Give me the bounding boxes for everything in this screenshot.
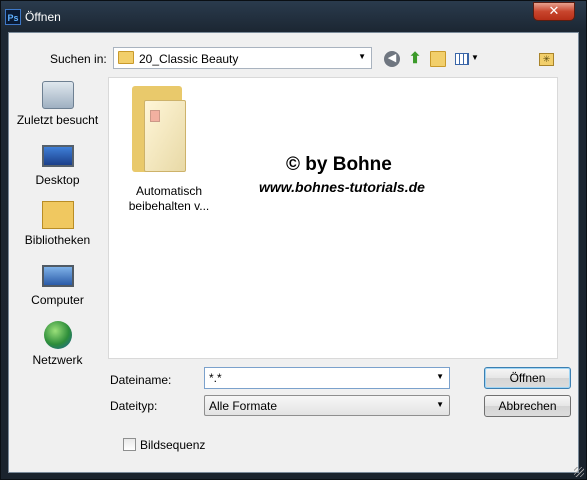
recent-places-icon bbox=[42, 81, 74, 109]
place-label: Computer bbox=[31, 293, 84, 307]
place-libraries[interactable]: Bibliotheken bbox=[12, 197, 103, 257]
resize-grip-icon[interactable] bbox=[574, 467, 584, 477]
file-list[interactable]: Automatisch beibehalten v... © by Bohne … bbox=[108, 77, 558, 359]
look-in-combo[interactable]: 20_Classic Beauty ▼ bbox=[113, 47, 372, 69]
document-thumbnail-icon bbox=[150, 110, 160, 122]
open-button[interactable]: Öffnen bbox=[484, 367, 571, 389]
window-title: Öffnen bbox=[25, 10, 61, 24]
place-network[interactable]: Netzwerk bbox=[12, 317, 103, 377]
place-label: Zuletzt besucht bbox=[16, 113, 99, 127]
file-name-line1: Automatisch bbox=[135, 184, 203, 198]
up-folder-icon[interactable]: ⬆ bbox=[407, 51, 423, 67]
look-in-value: 20_Classic Beauty bbox=[139, 52, 239, 66]
close-button[interactable]: ✕ bbox=[533, 2, 575, 21]
file-name-line2: beibehalten v... bbox=[128, 199, 210, 213]
file-item-label[interactable]: Automatisch beibehalten v... bbox=[117, 184, 221, 214]
libraries-icon bbox=[42, 201, 74, 229]
desktop-icon bbox=[42, 145, 74, 167]
view-menu-chevron-icon[interactable]: ▼ bbox=[471, 53, 479, 62]
place-desktop[interactable]: Desktop bbox=[12, 137, 103, 197]
computer-icon bbox=[42, 265, 74, 287]
filename-input[interactable]: *.* ▼ bbox=[204, 367, 450, 389]
view-menu-icon[interactable] bbox=[455, 53, 469, 65]
back-icon[interactable]: ◀ bbox=[384, 51, 400, 67]
new-folder-icon[interactable] bbox=[430, 51, 446, 67]
network-icon bbox=[44, 321, 72, 349]
filetype-select[interactable]: Alle Formate ▼ bbox=[204, 395, 450, 416]
title-bar[interactable]: Ps Öffnen ✕ bbox=[1, 1, 586, 33]
look-in-label: Suchen in: bbox=[50, 52, 107, 66]
chevron-down-icon[interactable]: ▼ bbox=[358, 52, 366, 61]
place-label: Netzwerk bbox=[32, 353, 83, 367]
filetype-label: Dateityp: bbox=[110, 399, 158, 413]
place-label: Desktop bbox=[35, 173, 80, 187]
watermark-url: www.bohnes-tutorials.de bbox=[259, 179, 425, 195]
image-sequence-checkbox[interactable] bbox=[123, 438, 136, 451]
favorites-icon[interactable]: ✳ bbox=[539, 53, 554, 66]
photoshop-app-icon: Ps bbox=[5, 9, 21, 25]
chevron-down-icon[interactable]: ▼ bbox=[436, 372, 444, 381]
places-bar: Zuletzt besucht Desktop Bibliotheken Com… bbox=[12, 77, 103, 367]
place-computer[interactable]: Computer bbox=[12, 257, 103, 317]
filetype-value: Alle Formate bbox=[209, 399, 278, 413]
filename-value: *.* bbox=[209, 371, 222, 385]
chevron-down-icon[interactable]: ▼ bbox=[436, 400, 444, 409]
dialog-client-area: Suchen in: 20_Classic Beauty ▼ ◀ ⬆ ▼ ✳ Z… bbox=[8, 32, 579, 473]
place-recent[interactable]: Zuletzt besucht bbox=[12, 77, 103, 137]
folder-icon bbox=[118, 51, 134, 64]
filename-label: Dateiname: bbox=[110, 373, 172, 387]
cancel-button[interactable]: Abbrechen bbox=[484, 395, 571, 417]
place-label: Bibliotheken bbox=[24, 233, 91, 247]
image-sequence-label[interactable]: Bildsequenz bbox=[140, 438, 205, 452]
watermark-copyright: © by Bohne bbox=[286, 154, 392, 175]
open-dialog: Ps Öffnen ✕ Suchen in: 20_Classic Beauty… bbox=[0, 0, 587, 480]
folder-icon[interactable] bbox=[130, 86, 186, 180]
